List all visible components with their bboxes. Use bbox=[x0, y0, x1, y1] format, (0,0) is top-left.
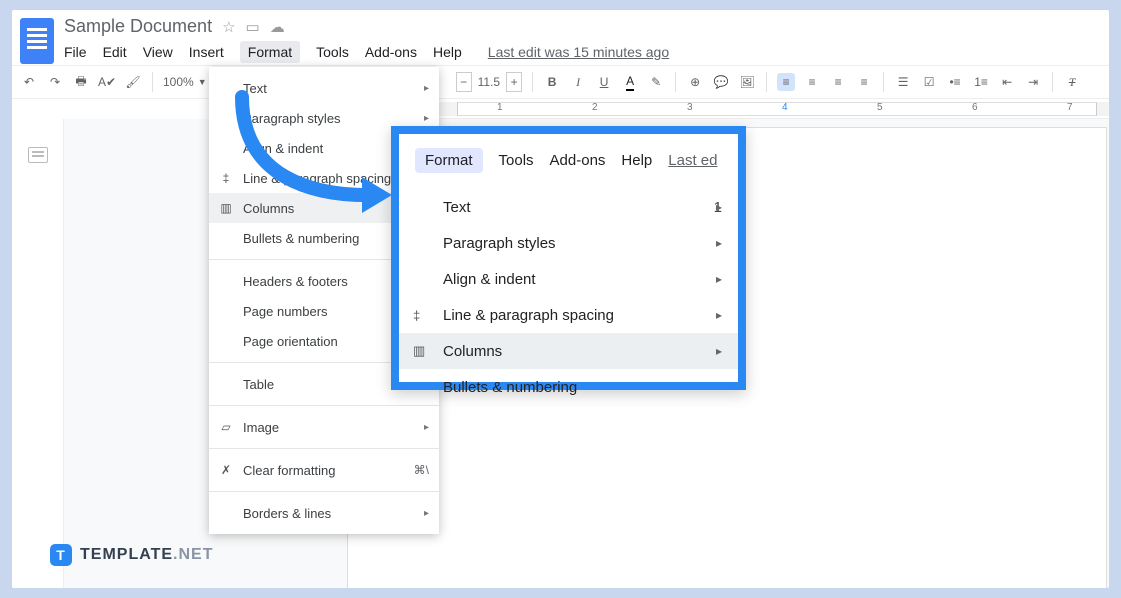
align-left-icon[interactable]: ≡ bbox=[777, 73, 795, 91]
zoom-dropdown[interactable]: 100%▼ bbox=[163, 75, 207, 89]
line-spacing-icon: ‡ bbox=[413, 308, 433, 323]
ruler-mark: 4 bbox=[782, 102, 788, 113]
redo-icon[interactable]: ↷ bbox=[46, 73, 64, 91]
fontsize-control[interactable]: − 11.5 + bbox=[456, 72, 522, 92]
undo-icon[interactable]: ↶ bbox=[20, 73, 38, 91]
columns-icon: ▥ bbox=[217, 201, 235, 215]
cloud-saved-icon: ☁ bbox=[270, 18, 285, 36]
last-edit-link[interactable]: Last edit was 15 minutes ago bbox=[488, 44, 669, 60]
menu-item-image[interactable]: ▱Image bbox=[209, 412, 439, 442]
line-spacing-icon[interactable]: ☰ bbox=[894, 73, 912, 91]
indent-dec-icon[interactable]: ⇤ bbox=[998, 73, 1016, 91]
fontsize-inc-icon[interactable]: + bbox=[506, 72, 522, 92]
menu-tools[interactable]: Tools bbox=[316, 44, 349, 60]
bold-icon[interactable]: B bbox=[543, 73, 561, 91]
ruler-mark: 6 bbox=[972, 102, 978, 113]
bulleted-list-icon[interactable]: •≡ bbox=[946, 73, 964, 91]
zoom-value: 100% bbox=[163, 75, 194, 89]
underline-icon[interactable]: U bbox=[595, 73, 613, 91]
callout-item-align-indent[interactable]: Align & indent bbox=[399, 261, 738, 297]
doc-title[interactable]: Sample Document bbox=[64, 16, 212, 37]
ruler: 1 2 3 4 5 6 7 bbox=[347, 99, 1109, 119]
move-folder-icon[interactable]: ▭ bbox=[246, 18, 260, 36]
line-spacing-icon: ‡ bbox=[217, 171, 235, 185]
docs-logo-icon[interactable] bbox=[20, 18, 54, 64]
menu-item-text[interactable]: Text bbox=[209, 73, 439, 103]
brand-name: TEMPLATE bbox=[80, 546, 173, 563]
ruler-mark: 5 bbox=[877, 102, 883, 113]
columns-icon: ▥ bbox=[413, 343, 433, 359]
menu-addons[interactable]: Add-ons bbox=[365, 44, 417, 60]
callout-item-line-spacing[interactable]: ‡Line & paragraph spacing bbox=[399, 297, 738, 333]
fontsize-dec-icon[interactable]: − bbox=[456, 72, 472, 92]
clear-formatting-icon[interactable]: T bbox=[1063, 73, 1081, 91]
menubar: File Edit View Insert Format Tools Add-o… bbox=[64, 41, 1109, 63]
comment-icon[interactable]: 💬 bbox=[712, 73, 730, 91]
shortcut-label: ⌘\ bbox=[414, 463, 429, 477]
outline-icon[interactable] bbox=[28, 147, 48, 163]
ruler-mark: 7 bbox=[1067, 102, 1073, 113]
callout-menu-help[interactable]: Help bbox=[621, 152, 652, 169]
ruler-mark: 3 bbox=[687, 102, 693, 113]
brand-logo-icon: T bbox=[50, 544, 72, 566]
align-justify-icon[interactable]: ≡ bbox=[855, 73, 873, 91]
callout-menu-tools[interactable]: Tools bbox=[499, 152, 534, 169]
callout-item-paragraph-styles[interactable]: Paragraph styles bbox=[399, 225, 738, 261]
menu-insert[interactable]: Insert bbox=[189, 44, 224, 60]
italic-icon[interactable]: I bbox=[569, 73, 587, 91]
spellcheck-icon[interactable]: A✔ bbox=[98, 73, 116, 91]
menu-format[interactable]: Format bbox=[240, 41, 300, 63]
ruler-mark: 2 bbox=[592, 102, 598, 113]
indent-inc-icon[interactable]: ⇥ bbox=[1024, 73, 1042, 91]
numbered-list-icon[interactable]: 1≡ bbox=[972, 73, 990, 91]
brand-suffix: .NET bbox=[173, 546, 213, 563]
fontsize-value: 11.5 bbox=[478, 75, 500, 89]
callout-menu-format[interactable]: Format bbox=[415, 148, 483, 173]
image-icon: ▱ bbox=[217, 420, 235, 434]
checklist-icon[interactable]: ☑ bbox=[920, 73, 938, 91]
insert-link-icon[interactable]: ⊕ bbox=[686, 73, 704, 91]
callout-zoom: Format Tools Add-ons Help Last ed Text1 … bbox=[391, 126, 746, 390]
paint-format-icon[interactable]: 🖌 bbox=[124, 73, 142, 91]
callout-item-bullets-numbering[interactable]: Bullets & numbering bbox=[399, 369, 738, 405]
ruler-mark: 1 bbox=[497, 102, 503, 113]
print-icon[interactable]: 🖶 bbox=[72, 73, 90, 91]
insert-image-icon[interactable]: 🖼 bbox=[738, 73, 756, 91]
text-color-icon[interactable]: A bbox=[621, 73, 639, 91]
brand-footer: T TEMPLATE.NET bbox=[50, 544, 213, 566]
align-right-icon[interactable]: ≡ bbox=[829, 73, 847, 91]
left-sidebar bbox=[12, 119, 64, 588]
callout-num: 1 bbox=[714, 199, 722, 216]
align-center-icon[interactable]: ≡ bbox=[803, 73, 821, 91]
callout-item-text[interactable]: Text1 bbox=[399, 189, 738, 225]
highlight-icon[interactable]: ✎ bbox=[647, 73, 665, 91]
menu-view[interactable]: View bbox=[143, 44, 173, 60]
menu-file[interactable]: File bbox=[64, 44, 87, 60]
menu-item-borders-lines[interactable]: Borders & lines bbox=[209, 498, 439, 528]
toolbar: ↶ ↷ 🖶 A✔ 🖌 100%▼ − 11.5 + B I U A ✎ ⊕ 💬 … bbox=[12, 65, 1109, 99]
menu-help[interactable]: Help bbox=[433, 44, 462, 60]
clearfmt-icon: ✗ bbox=[217, 463, 235, 477]
star-icon[interactable]: ☆ bbox=[222, 18, 235, 36]
callout-item-columns[interactable]: ▥Columns bbox=[399, 333, 738, 369]
callout-lastedit[interactable]: Last ed bbox=[668, 152, 717, 169]
callout-menu-addons[interactable]: Add-ons bbox=[550, 152, 606, 169]
menu-edit[interactable]: Edit bbox=[103, 44, 127, 60]
menu-item-clear-formatting[interactable]: ✗Clear formatting⌘\ bbox=[209, 455, 439, 485]
